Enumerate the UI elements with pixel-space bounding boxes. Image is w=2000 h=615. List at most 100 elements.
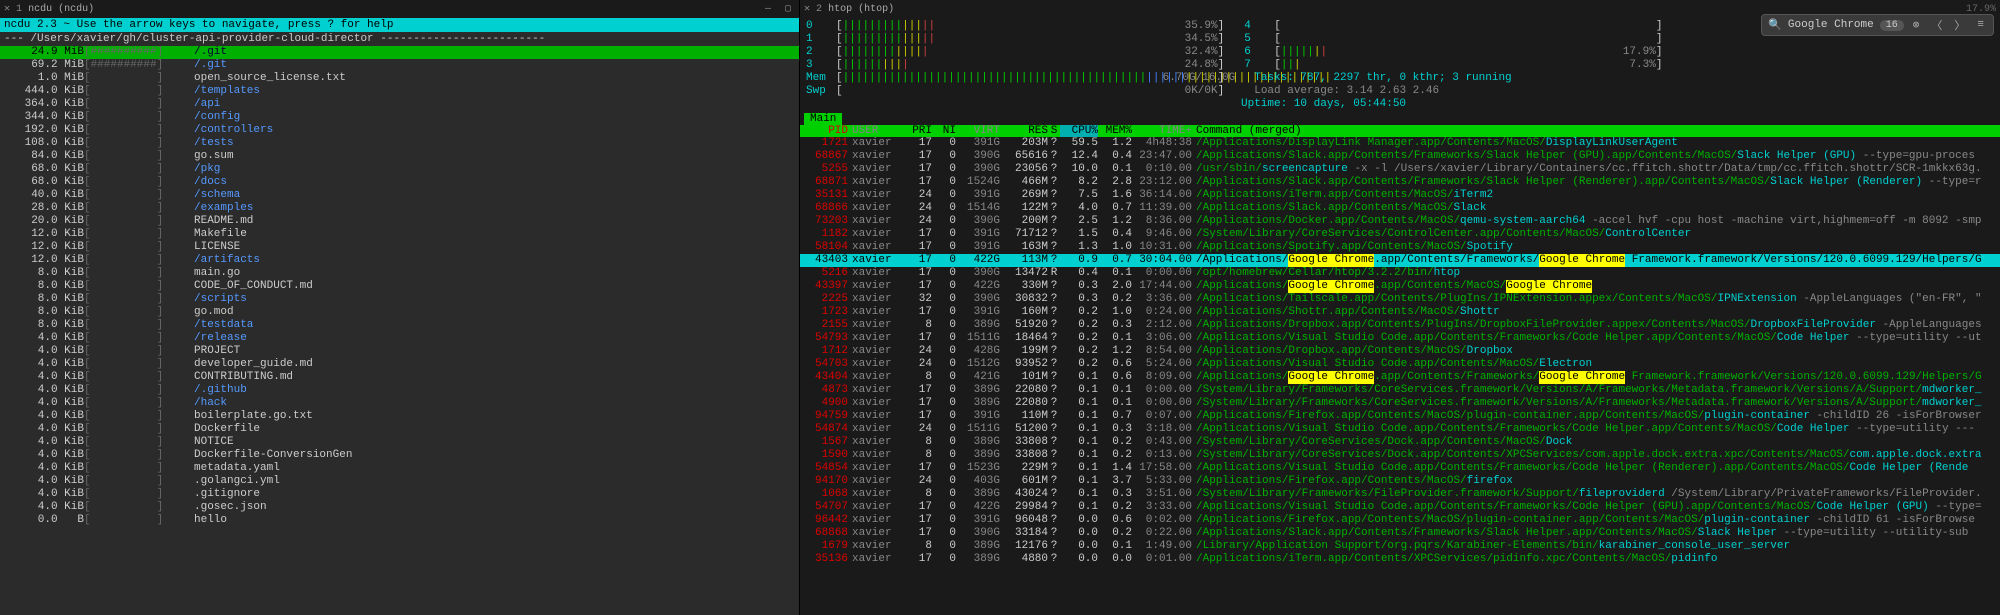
ncdu-row[interactable]: 12.0 KiB [ ] Makefile [0, 228, 799, 241]
process-row[interactable]: 1712xavier240428G199M?0.21.28:54.00/Appl… [800, 345, 2000, 358]
ncdu-row[interactable]: 20.0 KiB [ ] README.md [0, 215, 799, 228]
process-row[interactable]: 54874xavier2401511G51200?0.10.33:18.00/A… [800, 423, 2000, 436]
ncdu-row[interactable]: 28.0 KiB [ ] /examples [0, 202, 799, 215]
process-row[interactable]: 68871xavier1701524G466M?8.22.823:12.00/A… [800, 176, 2000, 189]
ncdu-row[interactable]: 4.0 KiB [ ] /.github [0, 384, 799, 397]
ncdu-row[interactable]: 8.0 KiB [ ] /scripts [0, 293, 799, 306]
process-row[interactable]: 68867xavier170390G65616?12.40.423:47.00/… [800, 150, 2000, 163]
process-row[interactable]: 1721xavier170391G203M?59.51.24h48:38/App… [800, 137, 2000, 150]
process-row[interactable]: 1723xavier170391G160M?0.21.00:24.00/Appl… [800, 306, 2000, 319]
ncdu-row[interactable]: 4.0 KiB [ ] /hack [0, 397, 799, 410]
process-row[interactable]: 54793xavier1701511G18464?0.20.13:06.00/A… [800, 332, 2000, 345]
ncdu-row[interactable]: 4.0 KiB [ ] Dockerfile [0, 423, 799, 436]
ncdu-row[interactable]: 12.0 KiB [ ] LICENSE [0, 241, 799, 254]
process-row[interactable]: 54707xavier170422G29984?0.10.23:33.00/Ap… [800, 501, 2000, 514]
process-row[interactable]: 4900xavier170389G22080?0.10.10:00.00/Sys… [800, 397, 2000, 410]
process-row[interactable]: 54854xavier1701523G229M?0.11.417:58.00/A… [800, 462, 2000, 475]
process-row[interactable]: 96442xavier170391G96048?0.00.60:02.00/Ap… [800, 514, 2000, 527]
ncdu-row[interactable]: 84.0 KiB [ ] go.sum [0, 150, 799, 163]
process-row[interactable]: 43404xavier80421G101M?0.10.68:09.00/Appl… [800, 371, 2000, 384]
process-row[interactable]: 35131xavier240391G269M?7.51.636:14.00/Ap… [800, 189, 2000, 202]
ncdu-row[interactable]: 8.0 KiB [ ] go.mod [0, 306, 799, 319]
ncdu-row[interactable]: 444.0 KiB [ ] /templates [0, 85, 799, 98]
process-row[interactable]: 58104xavier170391G163M?1.31.010:31.00/Ap… [800, 241, 2000, 254]
process-row[interactable]: 5255xavier170390G23056?10.00.10:10.00/us… [800, 163, 2000, 176]
process-row[interactable]: 54703xavier2401512G93952?0.20.65:24.00/A… [800, 358, 2000, 371]
htop-column-header[interactable]: PID USER PRI NI VIRT RES S CPU% MEM% TIM… [800, 125, 2000, 137]
process-row[interactable]: 5216xavier170390G13472R0.40.10:00.00/opt… [800, 267, 2000, 280]
process-row[interactable]: 4873xavier170389G22080?0.10.10:00.00/Sys… [800, 384, 2000, 397]
ncdu-row[interactable]: 4.0 KiB [ ] .gitignore [0, 488, 799, 501]
process-row[interactable]: 1182xavier170391G71712?1.50.49:46.00/Sys… [800, 228, 2000, 241]
process-row[interactable]: 43397xavier170422G330M?0.32.017:44.00/Ap… [800, 280, 2000, 293]
cpu-meter-0: 0[|||||||||||||| 35.9%] [806, 20, 1224, 33]
ncdu-row[interactable]: 0.0 B [ ] hello [0, 514, 799, 527]
ncdu-row[interactable]: 68.0 KiB [ ] /docs [0, 176, 799, 189]
uptime-info: Uptime: 10 days, 05:44:50 [1241, 98, 1406, 111]
process-row[interactable]: 1590xavier80389G33808?0.10.20:13.00/Syst… [800, 449, 2000, 462]
ncdu-row[interactable]: 4.0 KiB [ ] PROJECT [0, 345, 799, 358]
search-close-icon[interactable]: ⊗ [1910, 18, 1923, 32]
ncdu-row[interactable]: 4.0 KiB [ ] CONTRIBUTING.md [0, 371, 799, 384]
ncdu-path: --- /Users/xavier/gh/cluster-api-provide… [0, 32, 799, 46]
search-icon: 🔍 [1768, 18, 1782, 32]
ncdu-row[interactable]: 192.0 KiB [ ] /controllers [0, 124, 799, 137]
ncdu-row[interactable]: 8.0 KiB [ ] main.go [0, 267, 799, 280]
search-overlay[interactable]: 🔍 Google Chrome 16 ⊗ 〈 〉 ≡ [1761, 14, 1994, 36]
ncdu-row[interactable]: 4.0 KiB [ ] NOTICE [0, 436, 799, 449]
process-row[interactable]: 43403xavier170422G113M?0.90.730:04.00/Ap… [800, 254, 2000, 267]
ncdu-row[interactable]: 108.0 KiB [ ] /tests [0, 137, 799, 150]
ncdu-row[interactable]: 364.0 KiB [ ] /api [0, 98, 799, 111]
ncdu-row[interactable]: 12.0 KiB [ ] /artifacts [0, 254, 799, 267]
ncdu-row[interactable]: 40.0 KiB [ ] /schema [0, 189, 799, 202]
process-row[interactable]: 68866xavier2401514G122M?4.00.711:39.00/A… [800, 202, 2000, 215]
ncdu-row[interactable]: 344.0 KiB [ ] /config [0, 111, 799, 124]
ncdu-row[interactable]: 4.0 KiB [ ] metadata.yaml [0, 462, 799, 475]
ncdu-header: ncdu 2.3 ~ Use the arrow keys to navigat… [0, 18, 799, 32]
htop-tab-main[interactable]: Main [804, 113, 842, 125]
ncdu-row[interactable]: 4.0 KiB [ ] .golangci.yml [0, 475, 799, 488]
ncdu-row[interactable]: 4.0 KiB [ ] .gosec.json [0, 501, 799, 514]
cpu-meter-4: 4[ ] [1244, 20, 1662, 33]
ncdu-row[interactable]: 4.0 KiB [ ] boilerplate.go.txt [0, 410, 799, 423]
ncdu-row[interactable]: 4.0 KiB [ ] /release [0, 332, 799, 345]
process-row[interactable]: 94759xavier170391G110M?0.10.70:07.00/App… [800, 410, 2000, 423]
process-row[interactable]: 2155xavier80389G51920?0.20.32:12.00/Appl… [800, 319, 2000, 332]
search-next-icon[interactable]: 〉 [1951, 17, 1968, 33]
ncdu-row[interactable]: 24.9 MiB [##########] /.git [0, 46, 799, 59]
ncdu-row[interactable]: 4.0 KiB [ ] developer_guide.md [0, 358, 799, 371]
process-list[interactable]: 1721xavier170391G203M?59.51.24h48:38/App… [800, 137, 2000, 566]
maximize-icon[interactable]: ▢ [781, 2, 795, 16]
ncdu-row[interactable]: 4.0 KiB [ ] Dockerfile-ConversionGen [0, 449, 799, 462]
process-row[interactable]: 73203xavier240390G200M?2.51.28:36.00/App… [800, 215, 2000, 228]
process-row[interactable]: 1679xavier80389G12176?0.00.11:49.00/Libr… [800, 540, 2000, 553]
close-tab-icon[interactable]: ✕ [4, 3, 10, 15]
close-tab-icon[interactable]: ✕ [804, 3, 810, 15]
cpu-meter-1: 1[|||||||||||||| 34.5%] [806, 33, 1224, 46]
process-row[interactable]: 94170xavier240403G601M?0.13.75:33.00/App… [800, 475, 2000, 488]
process-row[interactable]: 68868xavier170390G33184?0.00.20:22.00/Ap… [800, 527, 2000, 540]
ncdu-list[interactable]: 24.9 MiB [##########] /.git69.2 MiB [###… [0, 46, 799, 527]
search-count: 16 [1880, 20, 1904, 31]
process-row[interactable]: 1068xavier80389G43024?0.10.33:51.00/Syst… [800, 488, 2000, 501]
process-row[interactable]: 35136xavier170389G4880?0.00.00:01.00/App… [800, 553, 2000, 566]
cpu-meter-2: 2[||||||||||||| 32.4%] [806, 46, 1224, 59]
process-row[interactable]: 1567xavier80389G33808?0.10.20:43.00/Syst… [800, 436, 2000, 449]
cpu-meter-3: 3[|||||||||| 24.8%] [806, 59, 1224, 72]
process-row[interactable]: 2225xavier320390G30832?0.30.23:36.00/App… [800, 293, 2000, 306]
minimize-icon[interactable]: — [761, 2, 775, 16]
ncdu-row[interactable]: 8.0 KiB [ ] /testdata [0, 319, 799, 332]
ncdu-row[interactable]: 68.0 KiB [ ] /pkg [0, 163, 799, 176]
search-query[interactable]: Google Chrome [1788, 19, 1874, 31]
search-prev-icon[interactable]: 〈 [1928, 17, 1945, 33]
cpu-meter-6: 6[||||||| 17.9%] [1244, 46, 1662, 59]
loadavg-info: Load average: 3.14 2.63 2.46 [1254, 85, 1439, 98]
ncdu-row[interactable]: 1.0 MiB [ ] open_source_license.txt [0, 72, 799, 85]
tab-title: ncdu (ncdu) [28, 4, 94, 15]
mem-meter: Mem[||||||||||||||||||||||||||||||||||||… [806, 72, 1224, 85]
ncdu-row[interactable]: 69.2 MiB [##########] /.git [0, 59, 799, 72]
swp-meter: Swp[0K/0K] [806, 85, 1224, 98]
ncdu-row[interactable]: 8.0 KiB [ ] CODE_OF_CONDUCT.md [0, 280, 799, 293]
tasks-info: Tasks: 787, 2297 thr, 0 kthr; 3 running [1254, 72, 1511, 85]
search-menu-icon[interactable]: ≡ [1974, 19, 1987, 31]
